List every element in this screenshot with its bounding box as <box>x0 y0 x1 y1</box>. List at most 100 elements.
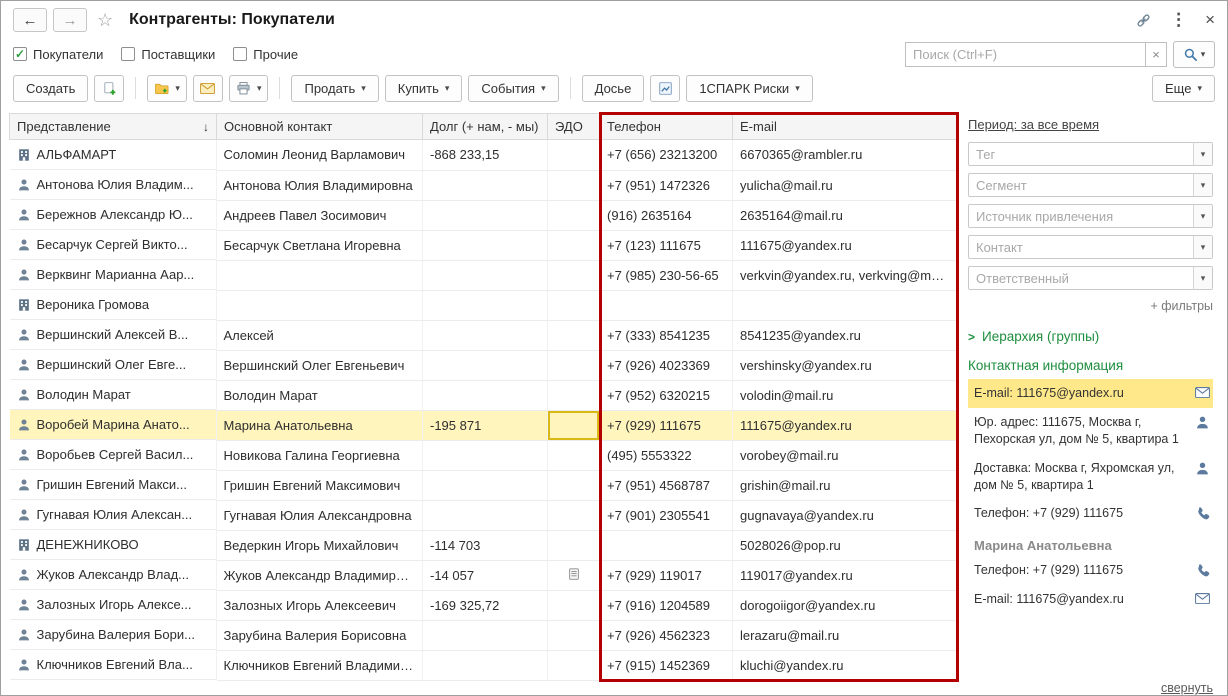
cell-contact[interactable]: Залозных Игорь Алексеевич <box>216 590 423 621</box>
cell-debt[interactable] <box>422 620 548 651</box>
column-header-name[interactable]: Представление ↓ <box>9 113 217 140</box>
cell-phone[interactable]: +7 (985) 230-56-65 <box>599 260 733 291</box>
cell-name[interactable]: Воробьев Сергей Васил... <box>9 440 217 470</box>
forward-button[interactable]: → <box>53 8 87 32</box>
filter-input[interactable] <box>969 143 1193 165</box>
cell-edo[interactable] <box>547 620 600 651</box>
column-header-edo[interactable]: ЭДО <box>547 113 600 140</box>
send-email-button[interactable] <box>192 74 223 102</box>
cell-email[interactable]: 119017@yandex.ru <box>732 560 958 591</box>
cell-edo[interactable] <box>547 230 600 261</box>
cell-email[interactable]: 111675@yandex.ru <box>732 410 958 441</box>
cell-email[interactable]: 8541235@yandex.ru <box>732 320 958 351</box>
cell-debt[interactable]: -169 325,72 <box>422 590 548 621</box>
cell-name[interactable]: Володин Марат <box>9 380 217 410</box>
cell-email[interactable]: lerazaru@mail.ru <box>732 620 958 651</box>
filter-input[interactable] <box>969 236 1193 258</box>
get-link-icon[interactable] <box>1135 12 1152 29</box>
cell-edo[interactable] <box>547 530 600 561</box>
cell-contact[interactable] <box>216 260 423 291</box>
cell-email[interactable]: vorobey@mail.ru <box>732 440 958 471</box>
cell-debt[interactable] <box>422 650 548 681</box>
cell-email[interactable]: gugnavaya@yandex.ru <box>732 500 958 531</box>
clear-search-button[interactable]: × <box>1145 41 1167 67</box>
cell-debt[interactable] <box>422 380 548 411</box>
cell-contact[interactable]: Жуков Александр Владимирович <box>216 560 423 591</box>
sell-button[interactable]: Продать ▾ <box>291 74 379 102</box>
cell-contact[interactable]: Бесарчук Светлана Игоревна <box>216 230 423 261</box>
cell-phone[interactable]: +7 (901) 2305541 <box>599 500 733 531</box>
cell-phone[interactable]: +7 (916) 1204589 <box>599 590 733 621</box>
cell-debt[interactable]: -195 871 <box>422 410 548 441</box>
cell-contact[interactable]: Вершинский Олег Евгеньевич <box>216 350 423 381</box>
table-row[interactable]: Вершинский Олег Евге... Вершинский Олег Е… <box>9 350 958 381</box>
cell-email[interactable]: volodin@mail.ru <box>732 380 958 411</box>
table-row[interactable]: Гугнавая Юлия Алексан... Гугнавая Юлия Ал… <box>9 500 958 531</box>
cell-debt[interactable] <box>422 350 548 381</box>
cell-phone[interactable]: +7 (951) 4568787 <box>599 470 733 501</box>
report-button[interactable] <box>650 74 681 102</box>
cell-contact[interactable]: Ключников Евгений Владимиров. <box>216 650 423 681</box>
cell-edo[interactable] <box>547 410 600 441</box>
cell-edo[interactable] <box>547 320 600 351</box>
cell-email[interactable]: dorogoiigor@yandex.ru <box>732 590 958 621</box>
cell-debt[interactable] <box>422 440 548 471</box>
cell-edo[interactable] <box>547 470 600 501</box>
table-row[interactable]: Антонова Юлия Владим... Антонова Юлия Вла… <box>9 170 958 201</box>
cell-phone[interactable]: +7 (929) 119017 <box>599 560 733 591</box>
cell-phone[interactable]: +7 (926) 4562323 <box>599 620 733 651</box>
contact-info-item[interactable]: Телефон: +7 (929) 111675 <box>968 499 1213 528</box>
table-row[interactable]: Верквинг Марианна Аар... +7 (985) 230-56-… <box>9 260 958 291</box>
cell-debt[interactable]: -868 233,15 <box>422 139 548 171</box>
hierarchy-link[interactable]: > Иерархия (группы) <box>968 329 1213 344</box>
dropdown-arrow-icon[interactable]: ▾ <box>1193 267 1212 289</box>
table-row[interactable]: Залозных Игорь Алексе... Залозных Игорь А… <box>9 590 958 621</box>
cell-name[interactable]: Вершинский Алексей В... <box>9 320 217 350</box>
cell-debt[interactable] <box>422 320 548 351</box>
search-button[interactable]: ▾ <box>1173 40 1215 68</box>
cell-name[interactable]: АЛЬФАМАРТ <box>9 140 217 170</box>
table-row[interactable]: Бережнов Александр Ю... Андреев Павел Зос… <box>9 200 958 231</box>
cell-email[interactable]: verkvin@yandex.ru, verkving@mail.ru <box>732 260 958 291</box>
cell-contact[interactable]: Андреев Павел Зосимович <box>216 200 423 231</box>
cell-phone[interactable]: +7 (952) 6320215 <box>599 380 733 411</box>
cell-edo[interactable] <box>547 560 600 591</box>
cell-phone[interactable]: (495) 5553322 <box>599 440 733 471</box>
cell-email[interactable]: 6670365@rambler.ru <box>732 139 958 171</box>
back-button[interactable]: ← <box>13 8 47 32</box>
dossier-button[interactable]: Досье <box>581 74 645 102</box>
table-row[interactable]: Воробей Марина Анато... Марина Анатольевн… <box>9 410 958 441</box>
column-header-email[interactable]: E-mail <box>732 113 958 140</box>
type-checkbox[interactable]: Поставщики <box>121 47 215 62</box>
cell-phone[interactable] <box>599 290 733 321</box>
column-header-debt[interactable]: Долг (+ нам, - мы) <box>422 113 548 140</box>
collapse-link[interactable]: свернуть <box>1161 681 1213 695</box>
type-checkbox[interactable]: ✓ Покупатели <box>13 47 103 62</box>
cell-edo[interactable] <box>547 350 600 381</box>
cell-edo[interactable] <box>547 380 600 411</box>
cell-contact[interactable]: Володин Марат <box>216 380 423 411</box>
cell-name[interactable]: Ключников Евгений Вла... <box>9 650 217 680</box>
create-group-button[interactable]: ▾ <box>147 74 187 102</box>
dropdown-arrow-icon[interactable]: ▾ <box>1193 236 1212 258</box>
cell-email[interactable]: vershinsky@yandex.ru <box>732 350 958 381</box>
cell-debt[interactable] <box>422 200 548 231</box>
cell-debt[interactable] <box>422 170 548 201</box>
copy-document-button[interactable] <box>94 74 125 102</box>
cell-debt[interactable] <box>422 500 548 531</box>
dropdown-arrow-icon[interactable]: ▾ <box>1193 174 1212 196</box>
cell-email[interactable]: grishin@mail.ru <box>732 470 958 501</box>
cell-contact[interactable]: Антонова Юлия Владимировна <box>216 170 423 201</box>
cell-debt[interactable] <box>422 230 548 261</box>
cell-email[interactable]: 111675@yandex.ru <box>732 230 958 261</box>
cell-edo[interactable] <box>547 590 600 621</box>
cell-phone[interactable]: +7 (915) 1452369 <box>599 650 733 681</box>
close-icon[interactable]: × <box>1205 10 1215 30</box>
dropdown-arrow-icon[interactable]: ▾ <box>1193 143 1212 165</box>
cell-debt[interactable] <box>422 290 548 321</box>
create-button[interactable]: Создать <box>13 74 89 102</box>
cell-phone[interactable]: +7 (656) 23213200 <box>599 139 733 171</box>
contact-info-item[interactable]: Юр. адрес: 111675, Москва г, Пехорская у… <box>968 408 1213 454</box>
cell-contact[interactable]: Гугнавая Юлия Александровна <box>216 500 423 531</box>
table-row[interactable]: Володин Марат Володин Марат +7 (952) 63202… <box>9 380 958 411</box>
